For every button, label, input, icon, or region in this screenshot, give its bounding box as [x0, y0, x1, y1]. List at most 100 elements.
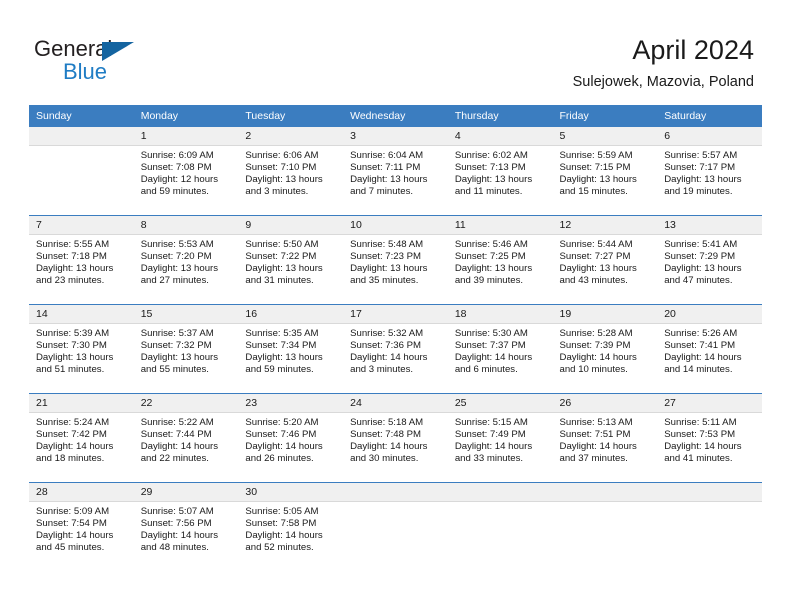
daylight-duration-line2: and 48 minutes.	[140, 541, 209, 553]
daylight-duration-line2: and 18 minutes.	[36, 452, 105, 464]
sunrise-time: Sunrise: 5:05 AM	[245, 506, 319, 517]
calendar-day-cell[interactable]: 29 Sunrise: 5:07 AM Sunset: 7:56 PM Dayligh…	[133, 482, 239, 571]
sunset-time: Sunset: 7:49 PM	[454, 428, 526, 440]
sunrise-time: Sunrise: 5:44 AM	[559, 239, 633, 250]
calendar-day-cell[interactable]: 4 Sunrise: 6:02 AM Sunset: 7:13 PM Daylight…	[447, 127, 553, 216]
day-sun-info: Sunrise: 5:32 AM Sunset: 7:36 PM Daylight:…	[343, 324, 448, 376]
calendar-day-cell[interactable]: 18 Sunrise: 5:30 AM Sunset: 7:37 PM Dayligh…	[447, 304, 553, 394]
calendar-day-cell[interactable]: 25 Sunrise: 5:15 AM Sunset: 7:49 PM Dayligh…	[447, 393, 553, 483]
day-number: 24	[343, 394, 448, 413]
sunset-time: Sunset: 7:22 PM	[245, 250, 317, 262]
calendar-day-cell[interactable]: 13 Sunrise: 5:41 AM Sunset: 7:29 PM Dayligh…	[657, 215, 762, 305]
day-number: 3	[343, 127, 448, 146]
daylight-duration-line1: Daylight: 13 hours	[36, 262, 114, 274]
location-subtitle: Sulejowek, Mazovia, Poland	[572, 74, 754, 90]
calendar-day-cell[interactable]: 16 Sunrise: 5:35 AM Sunset: 7:34 PM Dayligh…	[238, 304, 344, 394]
calendar-day-cell[interactable]: 1 Sunrise: 6:09 AM Sunset: 7:08 PM Daylight…	[133, 127, 239, 216]
daylight-duration-line1: Daylight: 14 hours	[454, 351, 533, 363]
sunset-time: Sunset: 7:13 PM	[454, 161, 526, 173]
daylight-duration-line2: and 52 minutes.	[245, 541, 314, 553]
day-sun-info: Sunrise: 5:30 AM Sunset: 7:37 PM Daylight:…	[448, 324, 553, 376]
daylight-duration-line2: and 59 minutes.	[140, 185, 209, 197]
daylight-duration-line1: Daylight: 13 hours	[454, 262, 533, 274]
calendar-day-cell[interactable]: 24 Sunrise: 5:18 AM Sunset: 7:48 PM Dayligh…	[343, 393, 448, 483]
sunrise-time: Sunrise: 5:11 AM	[664, 417, 737, 428]
calendar-day-cell[interactable]: 2 Sunrise: 6:06 AM Sunset: 7:10 PM Daylight…	[238, 127, 344, 216]
daylight-duration-line1: Daylight: 13 hours	[245, 262, 323, 274]
logo-top-row: General	[34, 36, 234, 62]
calendar-day-cell[interactable]: 20 Sunrise: 5:26 AM Sunset: 7:41 PM Dayligh…	[657, 304, 762, 394]
sunset-time: Sunset: 7:32 PM	[140, 339, 212, 351]
day-sun-info: Sunrise: 5:28 AM Sunset: 7:39 PM Daylight:…	[553, 324, 658, 376]
sunset-time: Sunset: 7:25 PM	[454, 250, 526, 262]
daylight-duration-line2: and 45 minutes.	[36, 541, 105, 553]
calendar-day-cell[interactable]: 27 Sunrise: 5:11 AM Sunset: 7:53 PM Dayligh…	[657, 393, 762, 483]
day-sun-info: Sunrise: 5:13 AM Sunset: 7:51 PM Daylight:…	[553, 413, 658, 465]
daylight-duration-line2: and 30 minutes.	[350, 452, 419, 464]
calendar-page: General Blue April 2024 Sulejowek, Mazov…	[0, 0, 792, 612]
daylight-duration-line2: and 47 minutes.	[664, 274, 733, 286]
daylight-duration-line2: and 10 minutes.	[559, 363, 628, 375]
daylight-duration-line2: and 39 minutes.	[454, 274, 524, 286]
daylight-duration-line1: Daylight: 14 hours	[350, 351, 428, 363]
calendar-day-cell-empty	[29, 127, 134, 216]
day-number: 10	[343, 216, 448, 235]
sunrise-time: Sunrise: 5:59 AM	[559, 150, 633, 161]
sunset-time: Sunset: 7:41 PM	[664, 339, 736, 351]
calendar-day-cell[interactable]: 23 Sunrise: 5:20 AM Sunset: 7:46 PM Dayligh…	[238, 393, 344, 483]
daylight-duration-line2: and 33 minutes.	[454, 452, 524, 464]
daylight-duration-line2: and 26 minutes.	[245, 452, 314, 464]
sunset-time: Sunset: 7:58 PM	[245, 517, 317, 529]
calendar-day-cell[interactable]: 10 Sunrise: 5:48 AM Sunset: 7:23 PM Dayligh…	[343, 215, 448, 305]
sunrise-time: Sunrise: 5:20 AM	[245, 417, 319, 428]
calendar-day-cell[interactable]: 9 Sunrise: 5:50 AM Sunset: 7:22 PM Daylight…	[238, 215, 344, 305]
calendar-day-cell[interactable]: 7 Sunrise: 5:55 AM Sunset: 7:18 PM Daylight…	[29, 215, 134, 305]
calendar-day-cell[interactable]: 21 Sunrise: 5:24 AM Sunset: 7:42 PM Dayligh…	[29, 393, 134, 483]
sunset-time: Sunset: 7:17 PM	[664, 161, 736, 173]
daylight-duration-line2: and 51 minutes.	[36, 363, 105, 375]
sunrise-time: Sunrise: 5:30 AM	[454, 328, 528, 339]
day-sun-info: Sunrise: 5:44 AM Sunset: 7:27 PM Daylight:…	[553, 235, 658, 287]
day-sun-info: Sunrise: 5:07 AM Sunset: 7:56 PM Daylight:…	[134, 502, 239, 554]
sunset-time: Sunset: 7:18 PM	[36, 250, 107, 262]
day-number: 11	[447, 216, 553, 235]
daylight-duration-line2: and 55 minutes.	[140, 363, 209, 375]
calendar-body: 1 Sunrise: 6:09 AM Sunset: 7:08 PM Daylight…	[29, 127, 762, 571]
day-sun-info: Sunrise: 5:20 AM Sunset: 7:46 PM Daylight:…	[238, 413, 343, 465]
day-number: 9	[238, 216, 344, 235]
calendar-day-cell[interactable]: 11 Sunrise: 5:46 AM Sunset: 7:25 PM Dayligh…	[447, 215, 553, 305]
sunrise-time: Sunrise: 5:13 AM	[559, 417, 633, 428]
sunset-time: Sunset: 7:51 PM	[559, 428, 631, 440]
day-sun-info: Sunrise: 5:55 AM Sunset: 7:18 PM Daylight:…	[29, 235, 134, 287]
calendar-day-cell[interactable]: 26 Sunrise: 5:13 AM Sunset: 7:51 PM Dayligh…	[552, 393, 658, 483]
day-sun-info: Sunrise: 6:09 AM Sunset: 7:08 PM Daylight:…	[134, 146, 239, 198]
day-number: 20	[657, 305, 762, 324]
calendar-day-cell[interactable]: 14 Sunrise: 5:39 AM Sunset: 7:30 PM Dayligh…	[29, 304, 134, 394]
day-number: 12	[552, 216, 658, 235]
day-number	[343, 483, 448, 502]
calendar-day-cell[interactable]: 30 Sunrise: 5:05 AM Sunset: 7:58 PM Dayligh…	[238, 482, 344, 571]
day-number: 17	[343, 305, 448, 324]
daylight-duration-line1: Daylight: 14 hours	[245, 529, 323, 541]
day-sun-info: Sunrise: 5:11 AM Sunset: 7:53 PM Daylight:…	[657, 413, 762, 465]
daylight-duration-line2: and 7 minutes.	[350, 185, 414, 197]
calendar-day-cell[interactable]: 22 Sunrise: 5:22 AM Sunset: 7:44 PM Dayligh…	[133, 393, 239, 483]
calendar-day-cell[interactable]: 28 Sunrise: 5:09 AM Sunset: 7:54 PM Dayligh…	[29, 482, 134, 571]
sunset-time: Sunset: 7:44 PM	[140, 428, 212, 440]
day-sun-info: Sunrise: 5:35 AM Sunset: 7:34 PM Daylight:…	[238, 324, 343, 376]
calendar-day-cell[interactable]: 3 Sunrise: 6:04 AM Sunset: 7:11 PM Daylight…	[343, 127, 448, 216]
day-number: 4	[447, 127, 553, 146]
day-sun-info: Sunrise: 5:15 AM Sunset: 7:49 PM Daylight:…	[448, 413, 553, 465]
calendar-day-cell[interactable]: 15 Sunrise: 5:37 AM Sunset: 7:32 PM Dayligh…	[133, 304, 239, 394]
day-number: 21	[29, 394, 134, 413]
sunrise-time: Sunrise: 5:28 AM	[559, 328, 633, 339]
calendar-day-cell[interactable]: 17 Sunrise: 5:32 AM Sunset: 7:36 PM Dayligh…	[343, 304, 448, 394]
page-title: April 2024	[632, 35, 754, 65]
calendar-day-cell[interactable]: 6 Sunrise: 5:57 AM Sunset: 7:17 PM Daylight…	[657, 127, 762, 216]
calendar-day-cell[interactable]: 12 Sunrise: 5:44 AM Sunset: 7:27 PM Dayligh…	[552, 215, 658, 305]
calendar-day-cell[interactable]: 19 Sunrise: 5:28 AM Sunset: 7:39 PM Dayligh…	[552, 304, 658, 394]
daylight-duration-line1: Daylight: 14 hours	[140, 440, 219, 452]
calendar-day-cell[interactable]: 8 Sunrise: 5:53 AM Sunset: 7:20 PM Daylight…	[133, 215, 239, 305]
calendar-day-cell[interactable]: 5 Sunrise: 5:59 AM Sunset: 7:15 PM Daylight…	[552, 127, 658, 216]
weekday-header-thursday: Thursday	[447, 105, 553, 127]
